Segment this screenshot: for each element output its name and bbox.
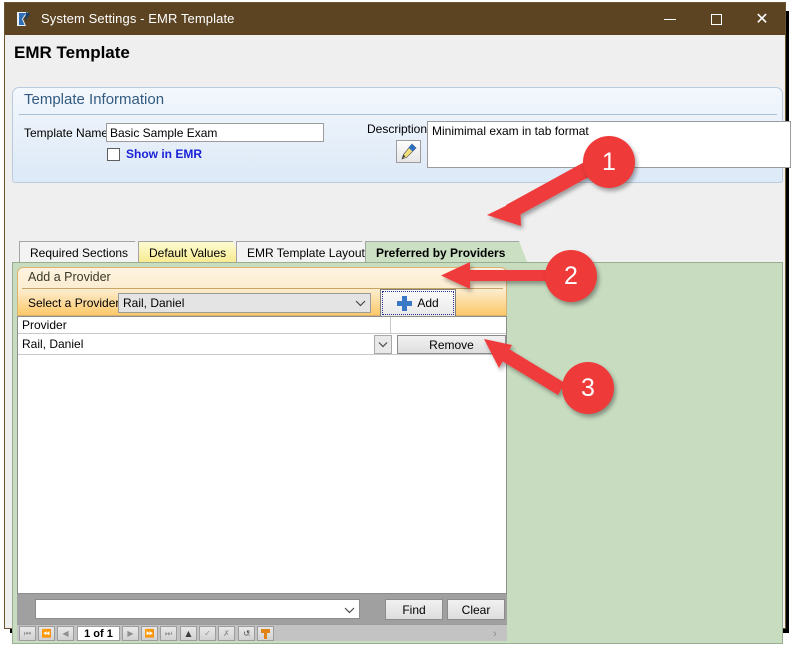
find-button[interactable]: Find bbox=[385, 599, 443, 620]
clear-button[interactable]: Clear bbox=[447, 599, 505, 620]
callout-marker-3: 3 bbox=[562, 362, 614, 414]
description-label: Description bbox=[367, 122, 428, 136]
nav-last-record-button[interactable]: ⏭ bbox=[160, 626, 177, 641]
tab-default-values[interactable]: Default Values bbox=[138, 241, 242, 263]
table-row[interactable]: Rail, Daniel Remove bbox=[18, 334, 506, 355]
plus-icon bbox=[397, 295, 413, 311]
tab-label: Preferred by Providers bbox=[376, 246, 506, 260]
close-button[interactable]: ✕ bbox=[739, 3, 785, 35]
minimize-icon bbox=[664, 18, 676, 20]
maximize-icon bbox=[710, 13, 722, 25]
nav-post-edit-button[interactable]: ✓ bbox=[199, 626, 216, 641]
search-combobox[interactable] bbox=[35, 599, 360, 619]
tab-strip: Required Sections Default Values EMR Tem… bbox=[12, 241, 783, 263]
window-title-bar[interactable]: System Settings - EMR Template ✕ bbox=[5, 3, 785, 35]
template-name-input[interactable] bbox=[106, 123, 324, 142]
page-indicator: 1 of 1 bbox=[77, 626, 120, 641]
screenshot-root: System Settings - EMR Template ✕ EMR Tem… bbox=[0, 0, 802, 653]
minimize-button[interactable] bbox=[647, 3, 693, 35]
nav-cancel-edit-button[interactable]: ✗ bbox=[218, 626, 235, 641]
add-a-provider-caption: Add a Provider bbox=[28, 270, 111, 284]
record-navigator: ⏮ ⏪ ◀ 1 of 1 ▶ ⏩ ⏭ ▲ ✓ ✗ ↺ ‹ › bbox=[17, 624, 507, 641]
provider-grid: Provider Rail, Daniel Remove bbox=[17, 316, 507, 594]
search-chevron-down-icon bbox=[344, 606, 355, 615]
row-chevron-down-icon[interactable] bbox=[374, 335, 392, 354]
description-edit-button[interactable] bbox=[396, 140, 421, 163]
tab-preferred-by-providers[interactable]: Preferred by Providers bbox=[365, 241, 528, 264]
tab-emr-template-layout[interactable]: EMR Template Layout bbox=[236, 241, 371, 263]
nav-first-record-button[interactable]: ⏮ bbox=[19, 626, 36, 641]
close-icon: ✕ bbox=[755, 9, 769, 28]
callout-marker-1: 1 bbox=[583, 136, 635, 188]
nav-filter-button[interactable] bbox=[257, 626, 274, 641]
add-a-provider-panel: Add a Provider Select a Provider Rail, D… bbox=[17, 267, 507, 317]
nav-prior-record-button[interactable]: ◀ bbox=[57, 626, 74, 641]
selected-provider-value: Rail, Daniel bbox=[123, 296, 185, 310]
template-information-caption: Template Information bbox=[24, 91, 165, 108]
group-divider bbox=[19, 114, 777, 115]
tab-label: EMR Template Layout bbox=[247, 245, 365, 260]
cell-provider-name: Rail, Daniel bbox=[22, 337, 84, 351]
hscroll-left-arrow[interactable]: ‹ bbox=[247, 628, 251, 640]
chevron-down-icon bbox=[355, 299, 366, 308]
window-client-area: EMR Template Template Information Templa… bbox=[5, 35, 791, 644]
pencil-icon bbox=[401, 143, 417, 160]
tab-label: Required Sections bbox=[30, 245, 129, 260]
tab-required-sections[interactable]: Required Sections bbox=[19, 241, 144, 263]
nav-insert-record-button[interactable]: ▲ bbox=[180, 626, 197, 641]
column-header-provider: Provider bbox=[22, 318, 67, 332]
nav-prior-page-button[interactable]: ⏪ bbox=[38, 626, 55, 641]
app-icon bbox=[14, 9, 34, 29]
select-a-provider-label: Select a Provider bbox=[28, 296, 120, 310]
show-in-emr-row[interactable]: Show in EMR bbox=[107, 147, 202, 161]
nav-next-page-button[interactable]: ⏩ bbox=[141, 626, 158, 641]
tab-label: Default Values bbox=[149, 245, 227, 260]
window-title: System Settings - EMR Template bbox=[41, 11, 235, 26]
show-in-emr-label: Show in EMR bbox=[126, 147, 202, 161]
header-column-separator bbox=[390, 317, 391, 334]
add-button-label: Add bbox=[417, 296, 439, 310]
template-name-label: Template Name bbox=[24, 126, 109, 140]
application-window: System Settings - EMR Template ✕ EMR Tem… bbox=[4, 2, 791, 644]
funnel-icon bbox=[261, 628, 270, 639]
find-bar: Find Clear bbox=[17, 594, 507, 624]
page-title: EMR Template bbox=[14, 43, 130, 62]
callout-marker-2: 2 bbox=[545, 250, 597, 302]
select-provider-combobox[interactable]: Rail, Daniel bbox=[118, 293, 371, 313]
hscroll-right-arrow[interactable]: › bbox=[493, 628, 497, 640]
add-button[interactable]: Add bbox=[380, 289, 456, 317]
grid-header-row: Provider bbox=[18, 317, 506, 334]
nav-next-record-button[interactable]: ▶ bbox=[122, 626, 139, 641]
preferred-by-providers-panel: Add a Provider Select a Provider Rail, D… bbox=[12, 262, 783, 644]
template-information-group: Template Information Template Name Show … bbox=[12, 87, 791, 183]
remove-button[interactable]: Remove bbox=[397, 335, 506, 354]
maximize-button[interactable] bbox=[693, 3, 739, 35]
show-in-emr-checkbox[interactable] bbox=[107, 147, 120, 161]
